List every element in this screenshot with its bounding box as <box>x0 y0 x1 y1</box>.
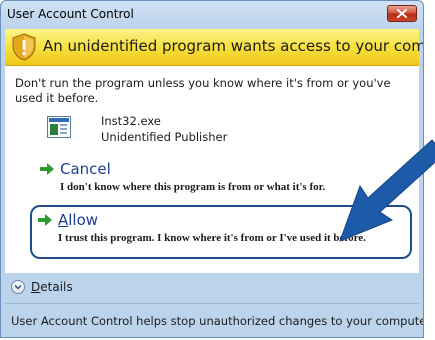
program-file-name: Inst32.exe <box>101 114 161 128</box>
chevron-down-icon <box>11 280 25 294</box>
header-text: An unidentified program wants access to … <box>43 37 424 55</box>
cancel-description: I don't know where this program is from … <box>60 181 326 193</box>
allow-description: I trust this program. I know where it's … <box>58 232 366 244</box>
shield-warning-icon <box>12 33 36 61</box>
close-button[interactable] <box>387 5 417 22</box>
green-arrow-icon <box>40 163 54 175</box>
divider <box>5 303 419 304</box>
green-arrow-icon <box>38 214 52 226</box>
cancel-label: Cancel <box>60 160 111 178</box>
footer-text: User Account Control helps stop unauthor… <box>11 314 424 328</box>
pointer-arrow-icon <box>339 139 435 242</box>
window-title: User Account Control <box>7 7 134 21</box>
close-x-icon <box>397 9 407 18</box>
allow-label: Allow <box>58 211 99 229</box>
title-bar: User Account Control <box>1 1 423 29</box>
details-label: Details <box>31 280 73 294</box>
details-toggle[interactable]: Details <box>5 273 419 303</box>
program-publisher: Unidentified Publisher <box>101 130 228 144</box>
warning-header: An unidentified program wants access to … <box>5 29 423 66</box>
warning-text: Don't run the program unless you know wh… <box>15 76 391 105</box>
program-file-icon <box>47 116 71 138</box>
